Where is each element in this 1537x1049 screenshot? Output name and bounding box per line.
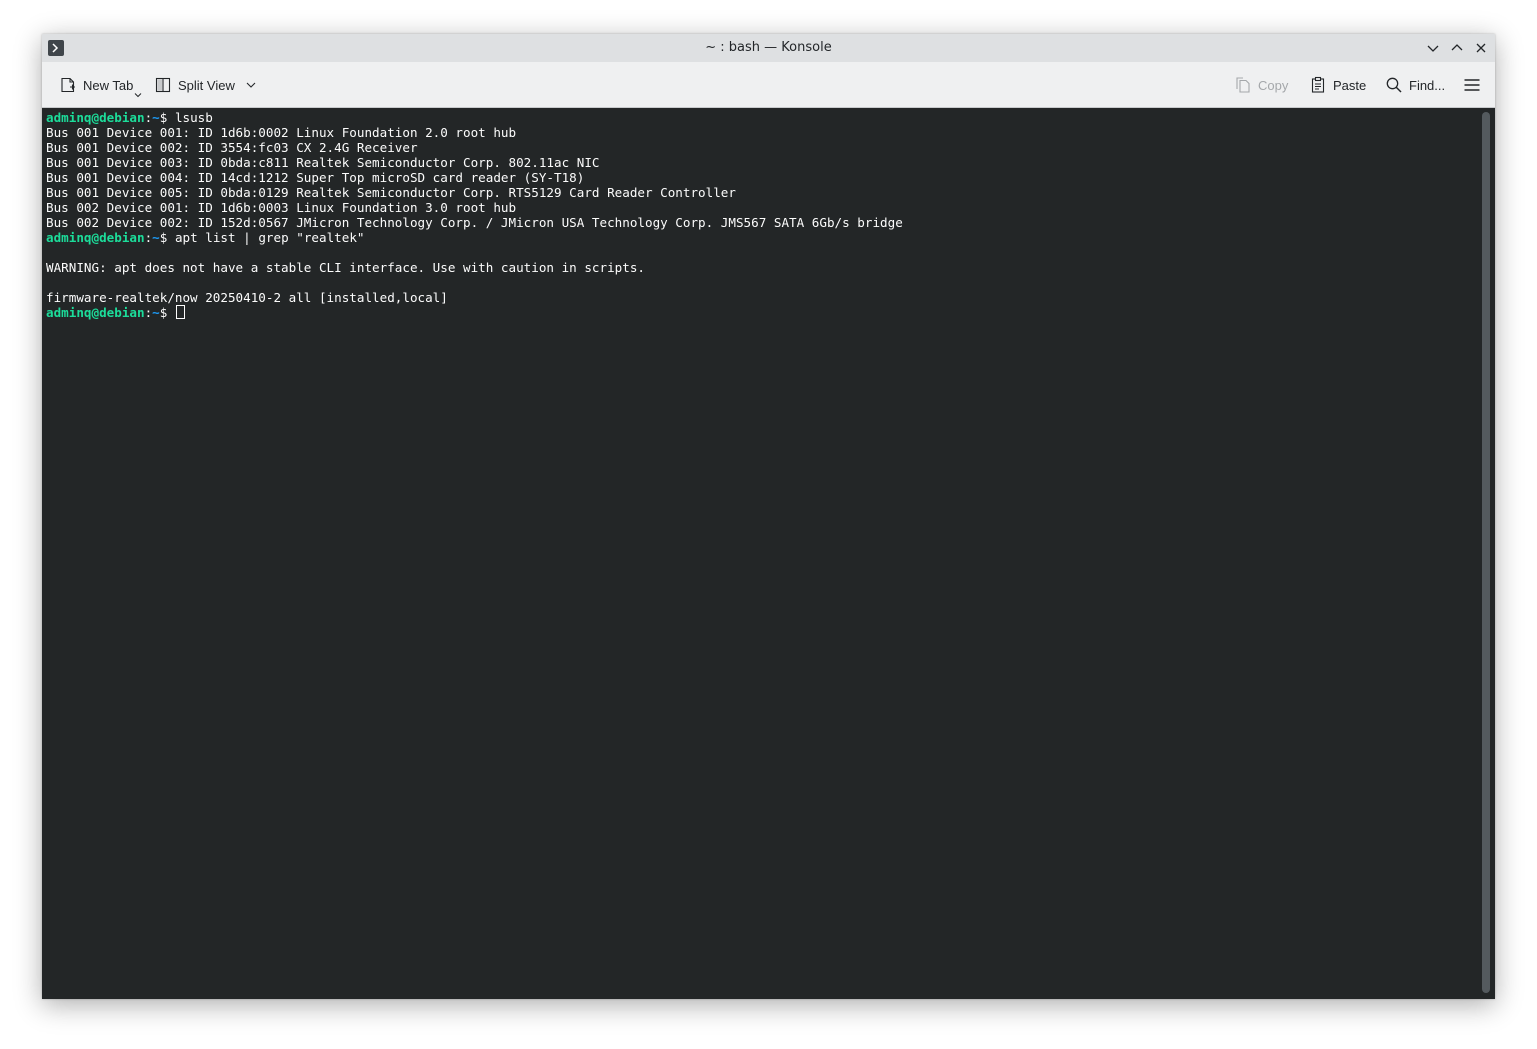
close-icon: [1476, 43, 1486, 53]
prompt-user-host: adminq@debian: [46, 230, 145, 245]
terminal-output-line: Bus 001 Device 001: ID 1d6b:0002 Linux F…: [46, 125, 903, 140]
konsole-window: ~ : bash — Konsole New Tab Split View Co…: [42, 34, 1495, 999]
terminal-output: adminq@debian:~$ lsusb Bus 001 Device 001…: [46, 110, 903, 320]
output-text: Bus 002 Device 001: ID 1d6b:0003 Linux F…: [46, 200, 517, 215]
new-tab-dropdown-icon[interactable]: [134, 87, 142, 98]
output-text: Bus 001 Device 002: ID 3554:fc03 CX 2.4G…: [46, 140, 418, 155]
chevron-up-icon: [1451, 44, 1463, 51]
scrollbar-thumb[interactable]: [1482, 112, 1490, 993]
hamburger-menu-icon: [1463, 76, 1481, 94]
terminal-command-line: adminq@debian:~$ lsusb: [46, 110, 903, 125]
terminal-output-line: Bus 001 Device 003: ID 0bda:c811 Realtek…: [46, 155, 903, 170]
search-icon: [1385, 76, 1403, 94]
close-button[interactable]: [1473, 40, 1489, 56]
terminal-output-line: Bus 001 Device 005: ID 0bda:0129 Realtek…: [46, 185, 903, 200]
terminal-cursor: [175, 305, 185, 319]
output-text: Bus 001 Device 003: ID 0bda:c811 Realtek…: [46, 155, 600, 170]
prompt-symbol: $: [159, 230, 175, 245]
hamburger-menu-button[interactable]: [1463, 70, 1481, 100]
find-button[interactable]: Find...: [1385, 70, 1445, 100]
copy-icon: [1234, 76, 1252, 94]
copy-button[interactable]: Copy: [1234, 70, 1288, 100]
terminal-output-line: Bus 002 Device 001: ID 1d6b:0003 Linux F…: [46, 200, 903, 215]
output-text: WARNING: apt does not have a stable CLI …: [46, 260, 645, 275]
new-tab-label: New Tab: [83, 77, 134, 93]
prompt-path: ~: [152, 305, 160, 320]
main-toolbar: New Tab Split View Copy Paste Find...: [42, 62, 1495, 108]
prompt-symbol: $: [159, 305, 175, 320]
new-tab-icon: [59, 76, 77, 94]
terminal-output-line: Bus 001 Device 004: ID 14cd:1212 Super T…: [46, 170, 903, 185]
terminal-output-line: [46, 245, 903, 260]
terminal-output-line: Bus 001 Device 002: ID 3554:fc03 CX 2.4G…: [46, 140, 903, 155]
terminal-output-line: WARNING: apt does not have a stable CLI …: [46, 260, 903, 275]
output-text: Bus 002 Device 002: ID 152d:0567 JMicron…: [46, 215, 903, 230]
terminal-command-line: adminq@debian:~$: [46, 305, 903, 320]
find-label: Find...: [1409, 77, 1446, 93]
output-text: firmware-realtek/now 20250410-2 all [ins…: [46, 290, 448, 305]
terminal-output-line: Bus 002 Device 002: ID 152d:0567 JMicron…: [46, 215, 903, 230]
konsole-terminal-icon[interactable]: [48, 40, 64, 56]
terminal-view[interactable]: adminq@debian:~$ lsusb Bus 001 Device 001…: [42, 108, 1478, 999]
window-title: ~ : bash — Konsole: [705, 40, 832, 55]
terminal-output-line: firmware-realtek/now 20250410-2 all [ins…: [46, 290, 903, 305]
terminal-scrollbar[interactable]: [1478, 108, 1495, 999]
prompt-path: ~: [152, 230, 160, 245]
prompt-symbol: $: [159, 110, 175, 125]
prompt-path: ~: [152, 110, 160, 125]
minimize-button[interactable]: [1425, 40, 1441, 56]
prompt-user-host: adminq@debian: [46, 110, 145, 125]
maximize-button[interactable]: [1449, 40, 1465, 56]
split-view-label: Split View: [178, 77, 235, 93]
command-text: apt list | grep "realtek": [174, 230, 365, 245]
split-view-button[interactable]: Split View: [154, 70, 257, 100]
split-view-icon: [154, 76, 172, 94]
paste-icon: [1309, 76, 1327, 94]
output-text: Bus 001 Device 001: ID 1d6b:0002 Linux F…: [46, 125, 517, 140]
terminal-command-line: adminq@debian:~$ apt list | grep "realte…: [46, 230, 903, 245]
output-text: Bus 001 Device 005: ID 0bda:0129 Realtek…: [46, 185, 736, 200]
chevron-down-icon: [1427, 45, 1439, 52]
copy-label: Copy: [1258, 77, 1289, 93]
prompt-user-host: adminq@debian: [46, 305, 145, 320]
command-text: lsusb: [174, 110, 213, 125]
paste-button[interactable]: Paste: [1309, 70, 1366, 100]
paste-label: Paste: [1333, 77, 1367, 93]
title-bar[interactable]: ~ : bash — Konsole: [42, 34, 1495, 62]
output-text: Bus 001 Device 004: ID 14cd:1212 Super T…: [46, 170, 585, 185]
terminal-output-line: [46, 275, 903, 290]
split-view-dropdown-icon[interactable]: [245, 79, 257, 91]
new-tab-button[interactable]: New Tab: [59, 70, 142, 100]
